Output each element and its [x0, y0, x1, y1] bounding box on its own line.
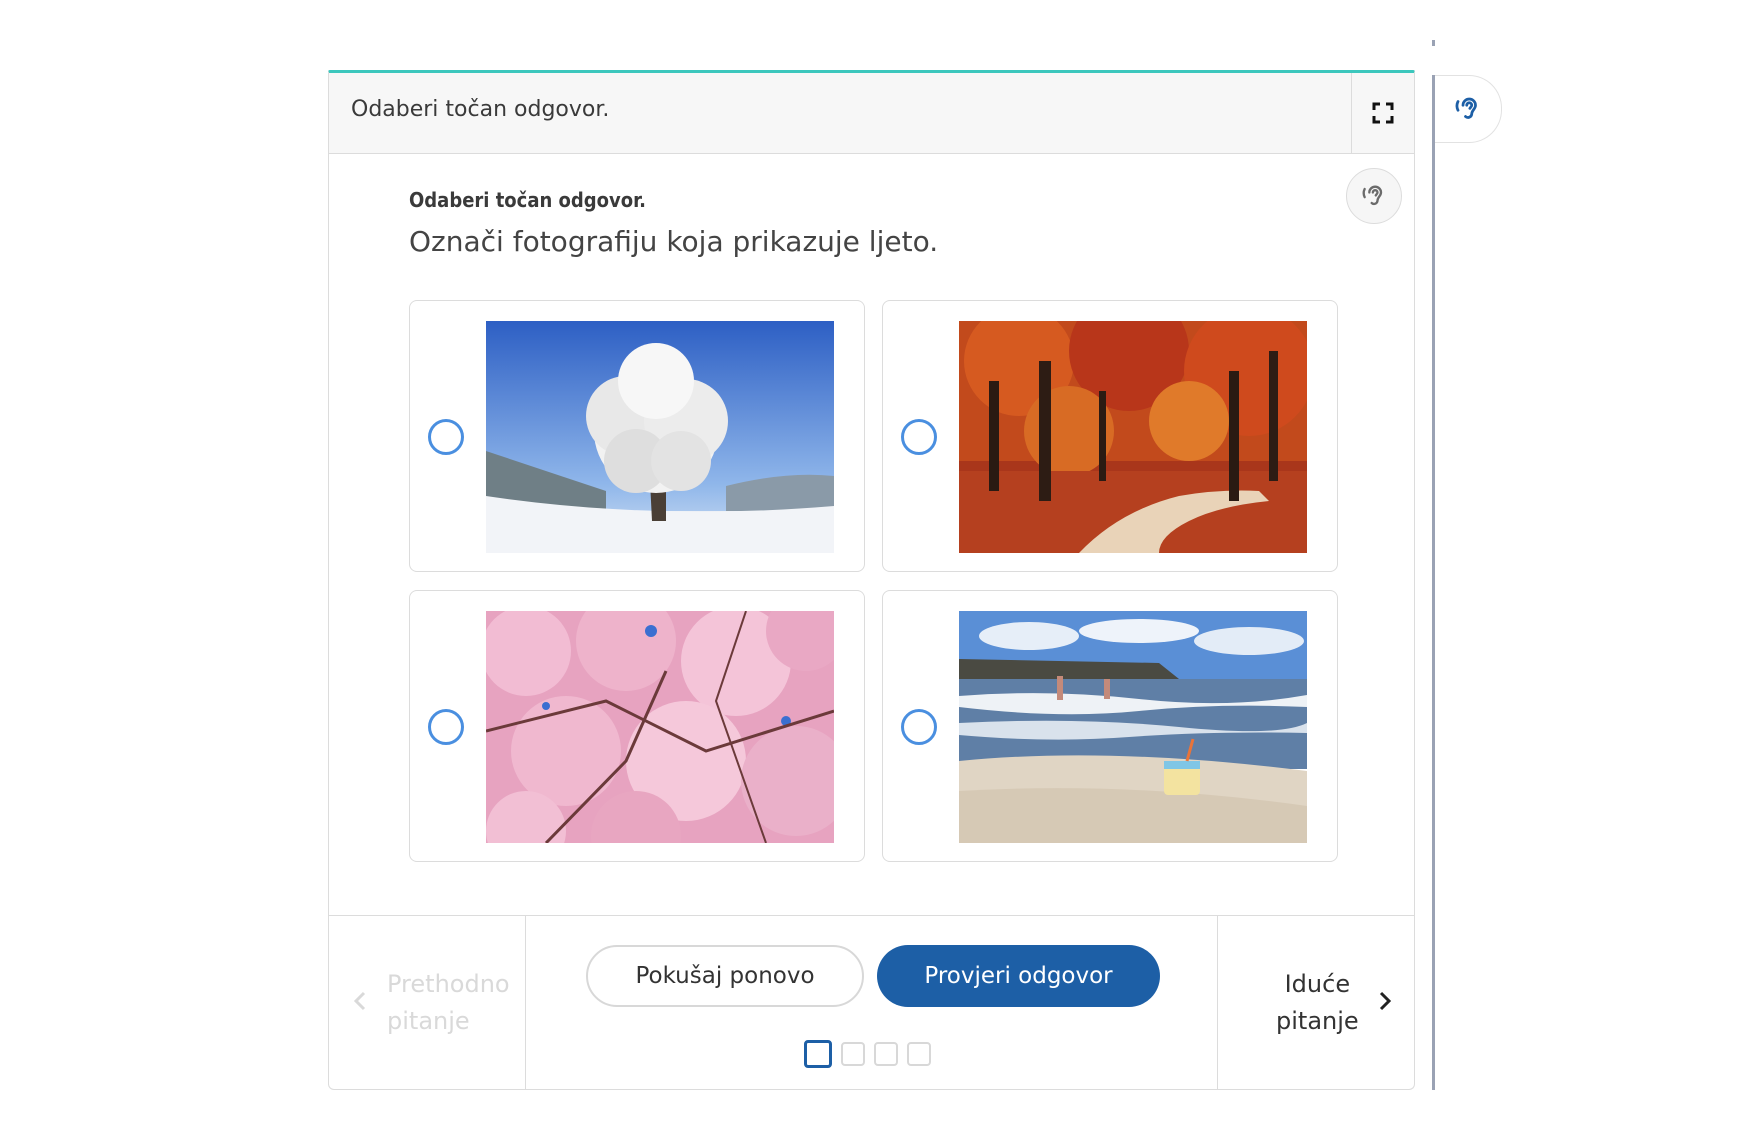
- next-label-line1: Iduće: [1284, 970, 1351, 998]
- page-dot-3[interactable]: [874, 1042, 898, 1066]
- question-card: Odaberi točan odgovor. Odaberi točan odg…: [328, 70, 1415, 1090]
- chevron-right-icon: [1379, 991, 1392, 1011]
- option-2-radio[interactable]: [901, 419, 937, 455]
- previous-label-line2: pitanje: [387, 1007, 470, 1035]
- option-4-radio[interactable]: [901, 709, 937, 745]
- chevron-left-icon: [353, 991, 366, 1011]
- page-dot-1[interactable]: [804, 1040, 832, 1068]
- retry-button[interactable]: Pokušaj ponovo: [586, 945, 864, 1007]
- ear-listen-icon: [1455, 97, 1477, 119]
- fullscreen-button[interactable]: [1351, 73, 1414, 153]
- page-dot-2[interactable]: [841, 1042, 865, 1066]
- next-label-line2: pitanje: [1276, 1007, 1359, 1035]
- page-dot-4[interactable]: [907, 1042, 931, 1066]
- question-label: Odaberi točan odgovor.: [409, 188, 646, 212]
- navigation-footer: Prethodno pitanje Pokušaj ponovo Provjer…: [329, 915, 1414, 1089]
- answer-option-2[interactable]: [882, 300, 1338, 572]
- winter-frosted-tree-photo: [486, 321, 834, 553]
- sidebar-tick: [1432, 40, 1435, 46]
- answer-option-3[interactable]: [409, 590, 865, 862]
- option-3-radio[interactable]: [428, 709, 464, 745]
- header-title: Odaberi točan odgovor.: [351, 97, 610, 122]
- spring-cherry-blossom-photo: [486, 611, 834, 843]
- answer-option-1[interactable]: [409, 300, 865, 572]
- fullscreen-icon: [1372, 102, 1394, 124]
- next-question-button[interactable]: Iduće pitanje: [1217, 916, 1414, 1089]
- question-listen-button[interactable]: [1346, 168, 1402, 224]
- ear-listen-icon: [1362, 185, 1383, 206]
- summer-beach-photo: [959, 611, 1307, 843]
- answer-option-4[interactable]: [882, 590, 1338, 862]
- card-header: Odaberi točan odgovor.: [329, 73, 1414, 154]
- previous-label-line1: Prethodno: [387, 970, 510, 998]
- previous-question-button: Prethodno pitanje: [329, 916, 526, 1089]
- sidebar-divider: [1432, 75, 1435, 1090]
- option-1-radio[interactable]: [428, 419, 464, 455]
- question-text: Označi fotografiju koja prikazuje ljeto.: [409, 225, 939, 258]
- sidebar-listen-button[interactable]: [1435, 75, 1502, 143]
- autumn-forest-path-photo: [959, 321, 1307, 553]
- check-answer-button[interactable]: Provjeri odgovor: [877, 945, 1160, 1007]
- question-pagination: [804, 1040, 931, 1068]
